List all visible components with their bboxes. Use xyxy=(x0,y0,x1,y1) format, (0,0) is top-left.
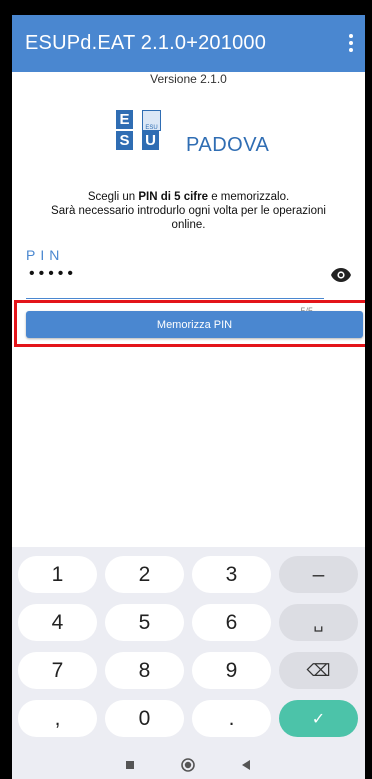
app-screen: ESUPd.EAT 2.1.0+201000 Versione 2.1.0 E … xyxy=(12,15,365,779)
logo-letter-e: E xyxy=(116,110,133,129)
overflow-menu-icon[interactable] xyxy=(343,29,359,57)
pin-input-underline xyxy=(26,298,324,299)
key-5[interactable]: 5 xyxy=(105,604,184,641)
key-7[interactable]: 7 xyxy=(18,652,97,689)
key-2[interactable]: 2 xyxy=(105,556,184,593)
key-1[interactable]: 1 xyxy=(18,556,97,593)
highlight-box xyxy=(14,300,365,347)
back-icon[interactable] xyxy=(238,757,254,773)
home-icon[interactable] xyxy=(180,757,196,773)
logo-letter-u: U xyxy=(142,131,159,150)
key-0[interactable]: 0 xyxy=(105,700,184,737)
eye-icon[interactable] xyxy=(331,268,351,282)
backspace-key[interactable]: ⌫ xyxy=(279,652,358,689)
pin-input[interactable]: ••••• xyxy=(29,265,77,283)
app-title: ESUPd.EAT 2.1.0+201000 xyxy=(25,32,267,54)
esu-padova-logo: E S U ESU PADOVA xyxy=(104,110,284,170)
key-space[interactable]: ␣ xyxy=(279,604,358,641)
key-comma[interactable]: , xyxy=(18,700,97,737)
logo-letter-s: S xyxy=(116,131,133,150)
pin-field-label: PIN xyxy=(26,247,65,263)
system-nav-bar xyxy=(12,750,365,779)
confirm-key[interactable]: ✓ xyxy=(279,700,358,737)
key-period[interactable]: . xyxy=(192,700,271,737)
logo-name: PADOVA xyxy=(186,134,270,156)
app-bar: ESUPd.EAT 2.1.0+201000 xyxy=(12,15,365,72)
pin-instructions: Scegli un PIN di 5 cifre e memorizzalo. … xyxy=(51,191,326,231)
key-8[interactable]: 8 xyxy=(105,652,184,689)
version-label: Versione 2.1.0 xyxy=(150,72,227,86)
logo-badge: ESU xyxy=(142,110,161,131)
key-4[interactable]: 4 xyxy=(18,604,97,641)
key-minus[interactable]: – xyxy=(279,556,358,593)
recent-apps-icon[interactable] xyxy=(122,757,138,773)
key-9[interactable]: 9 xyxy=(192,652,271,689)
numeric-keyboard: 1 2 3 – 4 5 6 ␣ 7 8 9 ⌫ , 0 . ✓ xyxy=(12,547,365,779)
key-6[interactable]: 6 xyxy=(192,604,271,641)
key-3[interactable]: 3 xyxy=(192,556,271,593)
